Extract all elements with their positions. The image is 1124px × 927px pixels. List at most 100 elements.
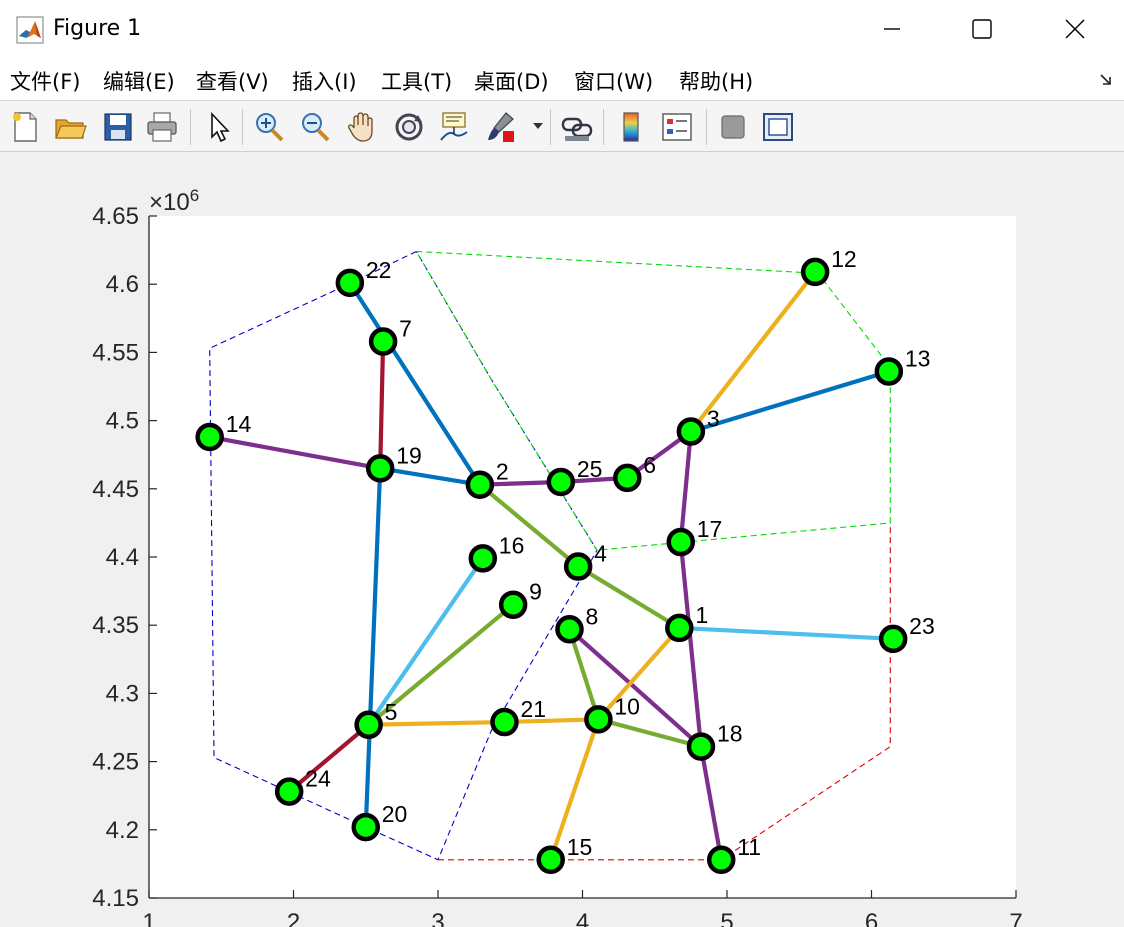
matlab-logo-icon	[16, 16, 44, 44]
node-label-11: 11	[737, 834, 761, 860]
edit-plot-arrow-icon[interactable]	[202, 110, 236, 144]
node-8	[555, 615, 584, 644]
y-axis-ticks: 4.15 4.2 4.25 4.3 4.35 4.4 4.45 4.5 4.55 4.6 4.65	[92, 203, 157, 912]
y-tick-label-4.45: 4.45	[92, 476, 139, 503]
node-label-15: 15	[567, 834, 593, 860]
window-title: Figure 1	[53, 16, 142, 41]
network-scatter-chart[interactable]: 1234567891011121314151617181920212223242…	[0, 152, 1124, 927]
node-15	[536, 845, 565, 875]
node-6	[613, 463, 642, 493]
data-cursor-icon[interactable]	[437, 110, 471, 144]
node-9	[498, 590, 528, 619]
menu-desktop[interactable]: 桌面(D)	[474, 66, 549, 96]
zoom-in-icon[interactable]	[252, 110, 286, 144]
node-label-3: 3	[707, 406, 720, 432]
x-tick-label-2: 2	[287, 909, 300, 927]
figure-toolbar	[0, 101, 1124, 152]
node-22	[335, 268, 365, 298]
node-label-25: 25	[577, 456, 603, 482]
y-tick-label-4.65: 4.65	[92, 203, 139, 230]
node-label-24: 24	[305, 766, 331, 792]
menu-tools[interactable]: 工具(T)	[381, 66, 452, 96]
maximize-button[interactable]	[936, 0, 1028, 58]
close-button[interactable]	[1029, 0, 1121, 58]
node-label-23: 23	[909, 613, 935, 639]
toolbar-separator	[603, 109, 604, 145]
node-21	[490, 707, 519, 737]
menu-window[interactable]: 窗口(W)	[574, 66, 653, 96]
menu-file[interactable]: 文件(F)	[10, 66, 80, 96]
node-label-21: 21	[520, 696, 546, 722]
pan-hand-icon[interactable]	[345, 110, 379, 144]
x-tick-label-3: 3	[431, 909, 444, 927]
legend-icon[interactable]	[660, 110, 694, 144]
node-24	[274, 777, 304, 806]
node-13	[874, 357, 904, 386]
node-12	[800, 257, 830, 287]
toolbar-separator	[190, 109, 191, 145]
new-figure-icon[interactable]	[8, 110, 42, 144]
node-label-22: 22	[366, 257, 392, 283]
y-tick-label-4.25: 4.25	[92, 749, 139, 776]
node-label-1: 1	[695, 602, 708, 628]
node-label-13: 13	[905, 345, 931, 371]
node-20	[351, 812, 380, 842]
node-label-6: 6	[643, 452, 656, 478]
node-label-18: 18	[717, 721, 743, 747]
menu-view[interactable]: 查看(V)	[196, 66, 269, 96]
y-tick-label-4.3: 4.3	[106, 680, 139, 707]
node-label-9: 9	[529, 579, 542, 605]
menu-edit[interactable]: 编辑(E)	[103, 66, 175, 96]
node-label-7: 7	[399, 315, 412, 341]
minimize-icon	[884, 28, 900, 30]
node-label-10: 10	[614, 693, 640, 719]
toolbar-separator	[706, 109, 707, 145]
window-titlebar: Figure 1	[0, 0, 1124, 58]
node-7	[368, 327, 398, 356]
menu-insert[interactable]: 插入(I)	[292, 66, 357, 96]
node-17	[666, 527, 696, 557]
maximize-icon	[972, 19, 992, 39]
open-file-icon[interactable]	[53, 110, 87, 144]
menu-help[interactable]: 帮助(H)	[679, 66, 753, 96]
hide-plot-tools-icon[interactable]	[716, 110, 750, 144]
node-3	[676, 417, 706, 446]
node-label-2: 2	[496, 459, 509, 485]
show-plot-tools-icon[interactable]	[761, 110, 795, 144]
y-axis-exponent-label: ×106	[149, 186, 199, 217]
y-tick-label-4.55: 4.55	[92, 339, 139, 366]
print-icon[interactable]	[145, 110, 179, 144]
link-plot-icon[interactable]	[560, 110, 594, 144]
minimize-button[interactable]	[846, 0, 938, 58]
node-label-14: 14	[226, 411, 252, 437]
x-tick-label-4: 4	[576, 909, 589, 927]
node-18	[686, 732, 716, 761]
node-label-4: 4	[594, 541, 607, 567]
node-11	[706, 845, 736, 875]
y-tick-label-4.6: 4.6	[106, 271, 139, 298]
x-tick-label-6: 6	[865, 909, 878, 927]
node-label-20: 20	[382, 801, 408, 827]
node-5	[354, 710, 383, 740]
y-tick-label-4.2: 4.2	[106, 817, 139, 844]
edge-7-19	[378, 339, 386, 471]
node-19	[365, 454, 395, 483]
node-label-12: 12	[831, 246, 857, 272]
save-icon[interactable]	[101, 110, 135, 144]
close-icon	[1065, 19, 1085, 39]
toolbar-separator	[242, 109, 243, 145]
colorbar-icon[interactable]	[614, 110, 648, 144]
node-label-19: 19	[396, 442, 422, 468]
x-tick-label-1: 1	[142, 909, 155, 927]
brush-dropdown-icon[interactable]	[532, 121, 544, 131]
brush-icon[interactable]	[484, 110, 518, 144]
menu-bar: 文件(F) 编辑(E) 查看(V) 插入(I) 工具(T) 桌面(D) 窗口(W…	[0, 58, 1124, 101]
y-tick-label-4.4: 4.4	[106, 544, 139, 571]
zoom-out-icon[interactable]	[298, 110, 332, 144]
rotate-3d-icon[interactable]	[392, 110, 426, 144]
dock-arrow-icon[interactable]	[1098, 72, 1114, 88]
node-14	[195, 422, 224, 452]
node-10	[584, 705, 613, 734]
x-tick-label-7: 7	[1009, 909, 1022, 927]
node-2	[465, 470, 495, 499]
